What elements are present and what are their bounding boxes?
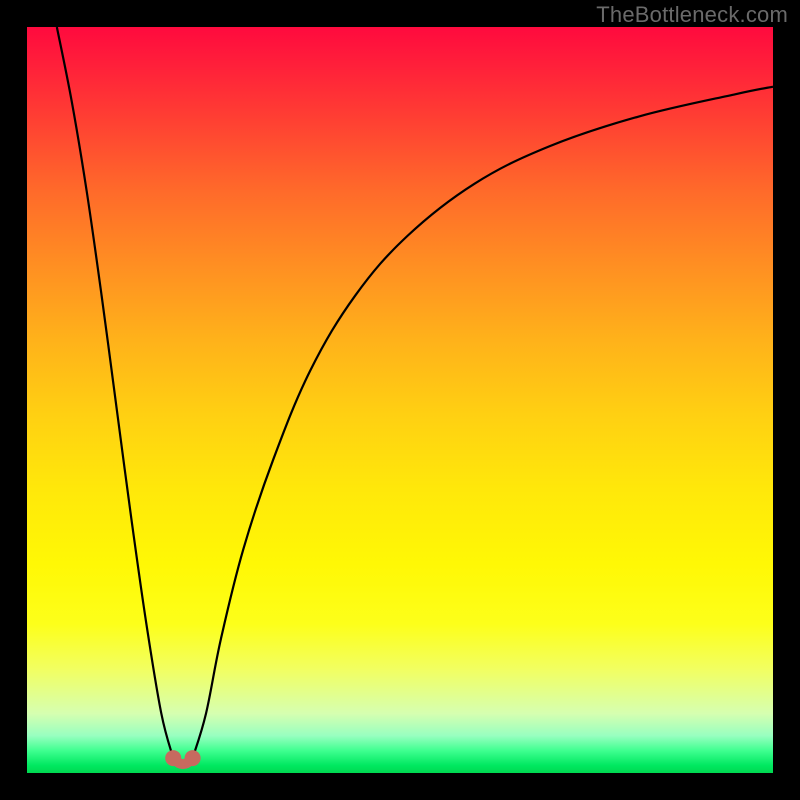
curve-endpoint-right-dot xyxy=(185,750,201,766)
curve-left-branch xyxy=(57,27,173,758)
watermark-text: TheBottleneck.com xyxy=(596,2,788,28)
chart-svg xyxy=(27,27,773,773)
chart-plot-area xyxy=(27,27,773,773)
curve-right-branch xyxy=(193,87,773,758)
curve-endpoint-left-dot xyxy=(165,750,181,766)
chart-frame: TheBottleneck.com xyxy=(0,0,800,800)
